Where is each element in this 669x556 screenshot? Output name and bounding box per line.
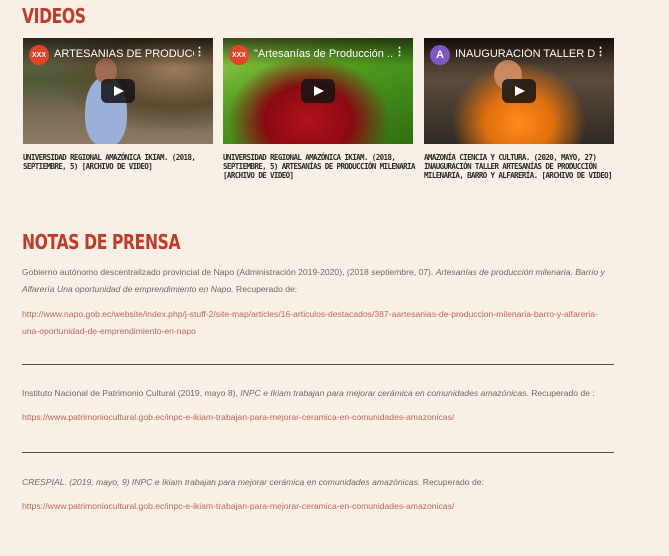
video-caption: Universidad Regional Amazónica Ikiam. (2… <box>23 153 196 171</box>
channel-avatar-icon[interactable]: XXX <box>229 45 249 65</box>
press-reference-2: Instituto Nacional de Patrimonio Cultura… <box>22 385 622 402</box>
video-title[interactable]: ARTESANIAS DE PRODUCCI... <box>54 48 194 60</box>
more-options-icon[interactable]: ⋮ <box>595 47 606 58</box>
reference-text: Gobierno autónomo descentralizado provin… <box>22 267 434 277</box>
video-title[interactable]: INAUGURACIÓN TALLER DE... <box>455 48 595 60</box>
press-link-1[interactable]: http://www.napo.gob.ec/website/index.php… <box>22 306 612 340</box>
reference-suffix: Recuperado de: <box>236 284 298 294</box>
divider <box>22 452 614 453</box>
reference-title: CRESPIAL. (2019, mayo, 9) INPC e Ikiam t… <box>22 477 421 487</box>
play-button-icon[interactable] <box>101 79 135 103</box>
press-reference-3: CRESPIAL. (2019, mayo, 9) INPC e Ikiam t… <box>22 474 622 491</box>
press-link-3[interactable]: https://www.patrimoniocultural.gob.ec/in… <box>22 498 622 515</box>
reference-suffix: Recuperado de: <box>422 477 484 487</box>
press-link-2[interactable]: https://www.patrimoniocultural.gob.ec/in… <box>22 409 622 426</box>
video-thumbnail[interactable]: A INAUGURACIÓN TALLER DE... ⋮ <box>424 38 614 144</box>
reference-text: Instituto Nacional de Patrimonio Cultura… <box>22 388 238 398</box>
channel-avatar-icon[interactable]: A <box>430 45 450 65</box>
play-button-icon[interactable] <box>301 79 335 103</box>
divider <box>22 364 614 365</box>
video-card-2[interactable]: XXX "Artesanías de Producción ... ⋮ Univ… <box>223 38 415 180</box>
video-caption: Amazonía Ciencia y Cultura. (2020, mayo,… <box>424 153 613 180</box>
channel-avatar-icon[interactable]: XXX <box>29 45 49 65</box>
video-card-1[interactable]: XXX ARTESANIAS DE PRODUCCI... ⋮ Universi… <box>23 38 213 171</box>
play-button-icon[interactable] <box>502 79 536 103</box>
video-title[interactable]: "Artesanías de Producción ... <box>254 48 394 60</box>
videos-heading: VIDEOS <box>22 4 86 28</box>
more-options-icon[interactable]: ⋮ <box>394 47 405 58</box>
reference-suffix: Recuperado de : <box>531 388 595 398</box>
video-thumbnail[interactable]: XXX ARTESANIAS DE PRODUCCI... ⋮ <box>23 38 213 144</box>
press-notes-heading: NOTAS DE PRENSA <box>22 230 181 254</box>
press-reference-1: Gobierno autónomo descentralizado provin… <box>22 264 622 298</box>
more-options-icon[interactable]: ⋮ <box>194 47 205 58</box>
video-card-3[interactable]: A INAUGURACIÓN TALLER DE... ⋮ Amazonía C… <box>424 38 614 180</box>
video-caption: Universidad Regional Amazónica Ikiam. (2… <box>223 153 415 180</box>
reference-title: INPC e Ikiam trabajan para mejorar cerám… <box>240 388 529 398</box>
video-thumbnail[interactable]: XXX "Artesanías de Producción ... ⋮ <box>223 38 413 144</box>
